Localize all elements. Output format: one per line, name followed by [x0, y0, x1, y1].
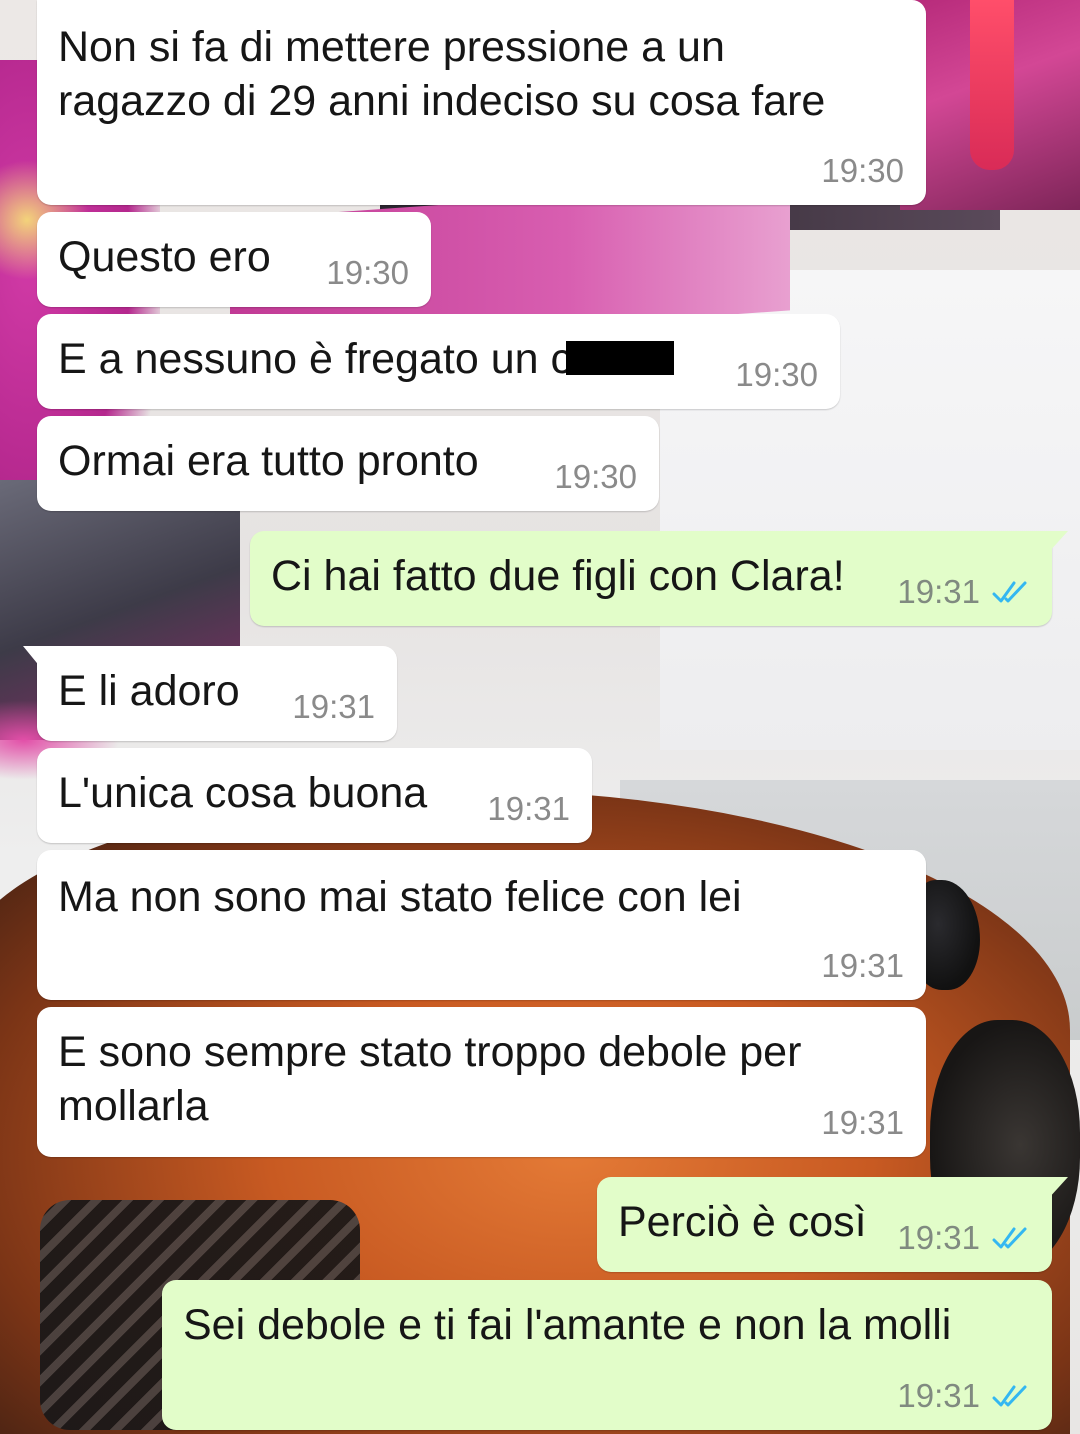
message-text-content: E a nessuno è fregato un c: [58, 335, 572, 383]
message-text: Ci hai fatto due figli con Clara!: [271, 552, 845, 600]
redaction-bar: [565, 341, 674, 375]
outgoing-message[interactable]: Perciò è così 19:31: [597, 1177, 1068, 1272]
message-text: L'unica cosa buona: [58, 769, 428, 817]
message-text: E li adoro: [58, 667, 240, 715]
message-time: 19:31: [821, 1104, 904, 1141]
message-time: 19:30: [326, 254, 409, 291]
message-meta: 19:31: [897, 1376, 1030, 1416]
message-text: Ma non sono mai stato felice con lei: [58, 873, 742, 921]
bubble-tail: [1048, 1177, 1068, 1199]
message-text: Ormai era tutto pronto: [58, 437, 479, 485]
message-time: 19:30: [821, 152, 904, 189]
message-time: 19:30: [554, 458, 637, 495]
outgoing-message[interactable]: Ci hai fatto due figli con Clara! 19:31: [250, 531, 1068, 626]
incoming-message[interactable]: Non si fa di mettere pressione a un raga…: [37, 0, 926, 205]
message-meta: 19:30: [821, 151, 904, 191]
message-time: 19:31: [897, 1219, 980, 1256]
message-line: ragazzo di 29 anni indeciso su cosa fare: [58, 77, 826, 125]
message-meta: 19:30: [554, 457, 637, 497]
message-text: E sono sempre stato troppo debole per mo…: [58, 1025, 801, 1133]
bubble-tail: [1048, 531, 1068, 553]
message-line: E sono sempre stato troppo debole per: [58, 1028, 802, 1076]
message-meta: 19:31: [897, 572, 1030, 612]
message-meta: 19:31: [821, 1103, 904, 1143]
message-time: 19:31: [897, 1377, 980, 1414]
incoming-message[interactable]: E sono sempre stato troppo debole per mo…: [37, 1007, 926, 1157]
incoming-message[interactable]: Questo ero 19:30: [37, 212, 431, 307]
read-receipt-icon: [992, 581, 1027, 603]
message-text: E a nessuno è fregato un c: [58, 332, 674, 386]
message-text: Questo ero: [58, 233, 271, 281]
message-time: 19:31: [821, 947, 904, 984]
read-receipt-icon: [992, 1227, 1027, 1249]
message-time: 19:31: [292, 688, 375, 725]
incoming-message[interactable]: E li adoro 19:31: [23, 646, 397, 741]
message-line: mollarla: [58, 1082, 209, 1130]
message-time: 19:31: [897, 573, 980, 610]
message-text: Sei debole e ti fai l'amante e non la mo…: [183, 1301, 952, 1349]
incoming-message[interactable]: L'unica cosa buona 19:31: [37, 748, 592, 843]
message-meta: 19:30: [326, 253, 409, 293]
message-text: Non si fa di mettere pressione a un raga…: [58, 20, 825, 128]
message-list[interactable]: Non si fa di mettere pressione a un raga…: [0, 0, 1080, 1434]
message-meta: 19:31: [487, 789, 570, 829]
message-meta: 19:31: [292, 687, 375, 727]
message-time: 19:30: [735, 356, 818, 393]
message-text: Perciò è così: [618, 1198, 867, 1246]
bubble-tail: [23, 646, 41, 668]
message-meta: 19:31: [897, 1218, 1030, 1258]
outgoing-message[interactable]: Sei debole e ti fai l'amante e non la mo…: [162, 1280, 1052, 1430]
message-meta: 19:30: [735, 355, 818, 395]
incoming-message[interactable]: Ormai era tutto pronto 19:30: [37, 416, 659, 511]
message-time: 19:31: [487, 790, 570, 827]
incoming-message[interactable]: E a nessuno è fregato un c 19:30: [37, 314, 840, 409]
read-receipt-icon: [992, 1385, 1027, 1407]
message-meta: 19:31: [821, 946, 904, 986]
message-line: Non si fa di mettere pressione a un: [58, 23, 725, 71]
incoming-message[interactable]: Ma non sono mai stato felice con lei 19:…: [37, 850, 926, 1000]
